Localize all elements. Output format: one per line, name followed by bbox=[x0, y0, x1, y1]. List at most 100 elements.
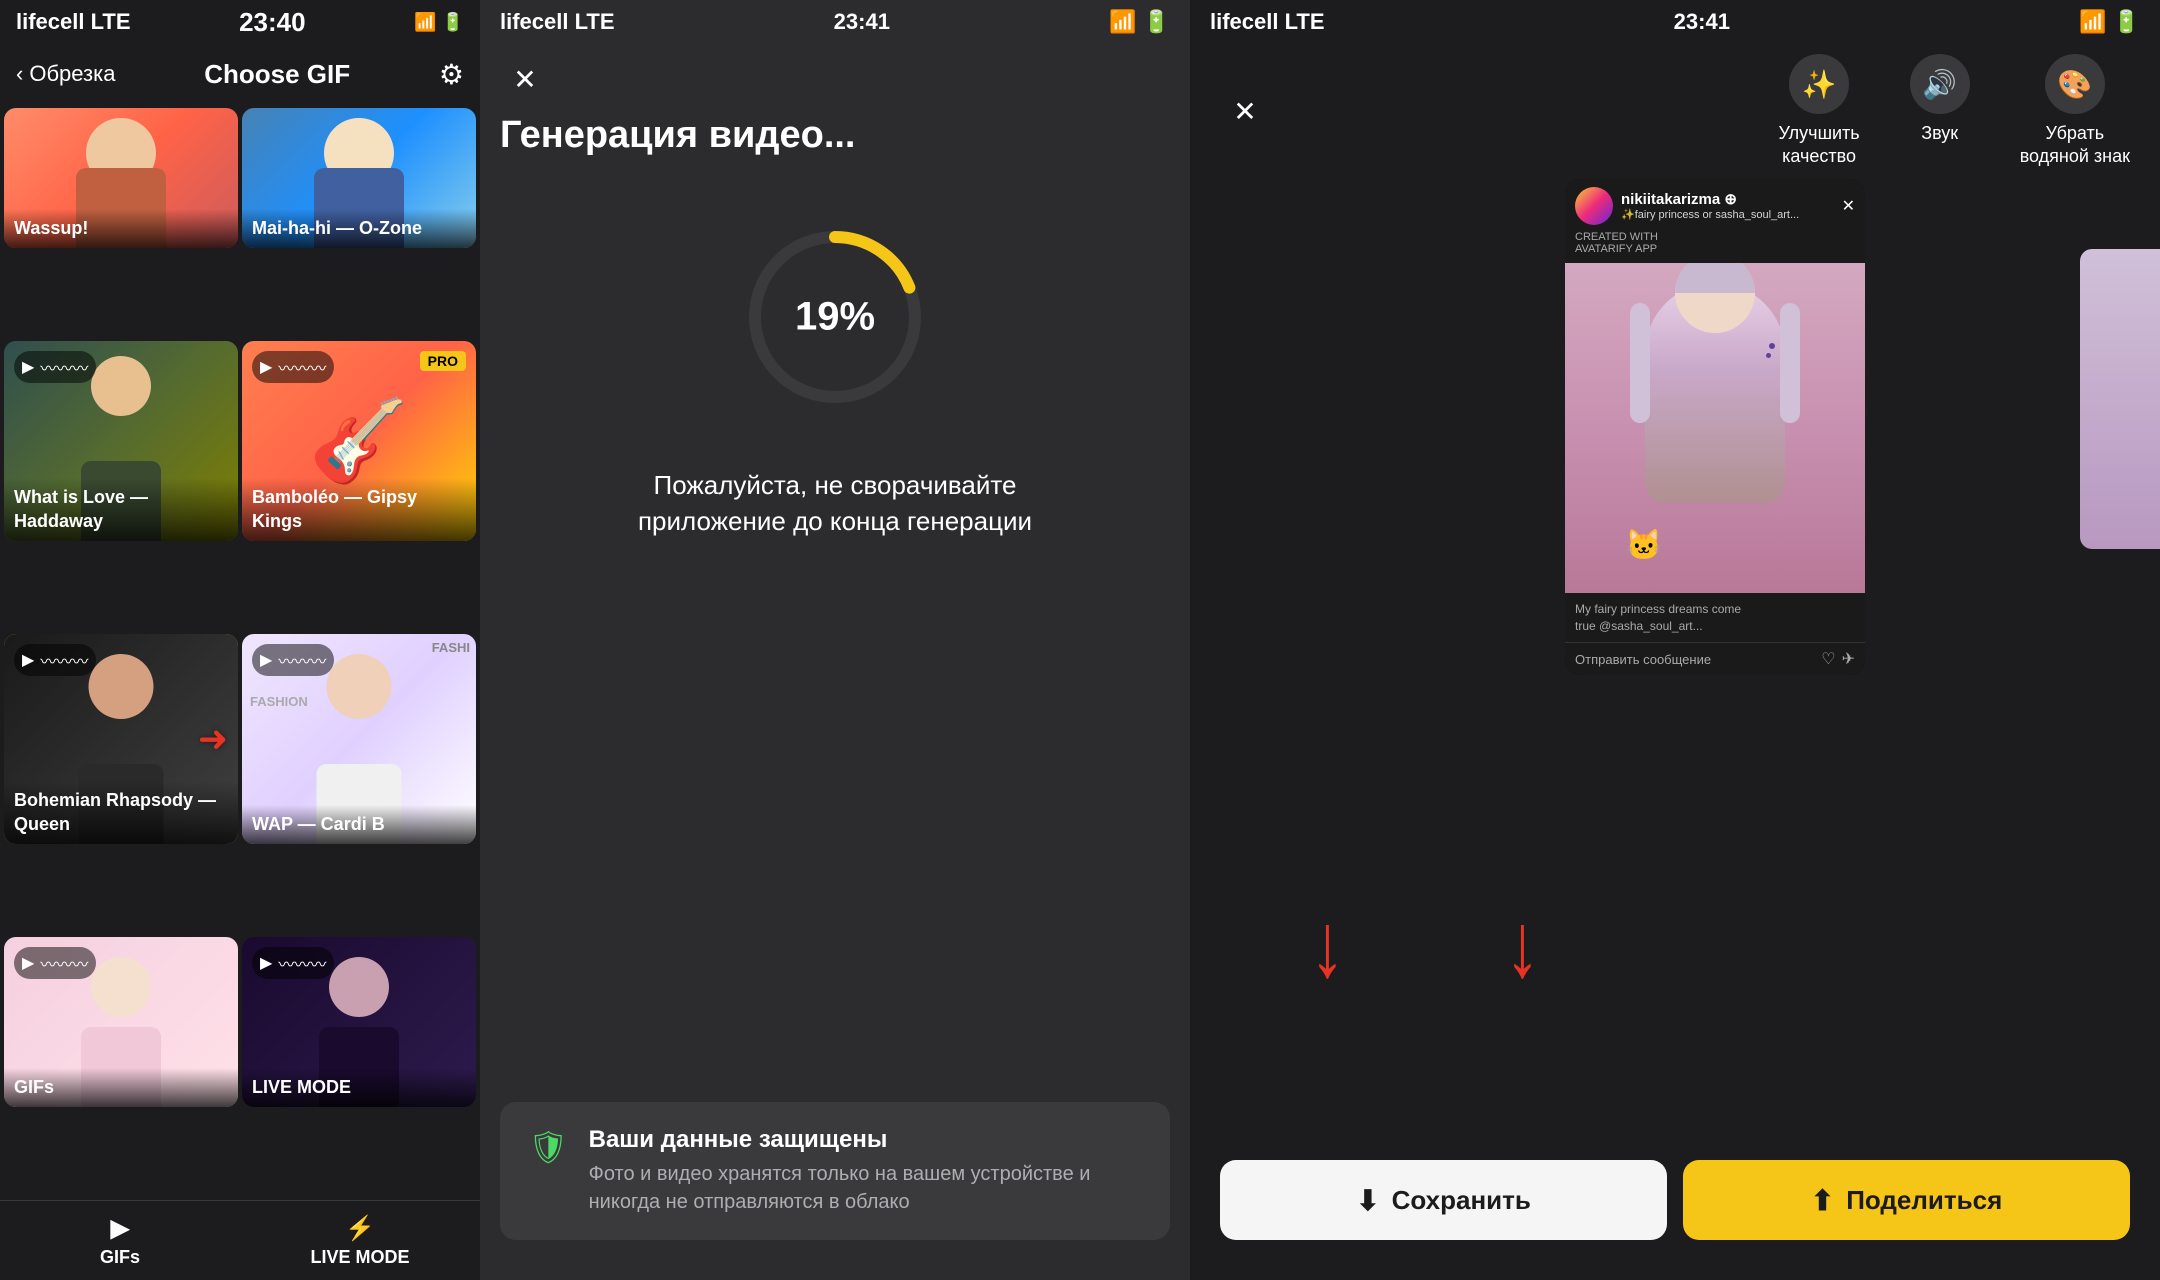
send-message-bar[interactable]: Отправить сообщение ♡ ✈ bbox=[1565, 642, 1865, 675]
generation-title: Генерация видео... bbox=[500, 114, 1170, 157]
tool-enhance[interactable]: ✨ Улучшитькачество bbox=[1778, 54, 1859, 169]
gif-item-queen[interactable]: ▶ 〰〰〰 ➜ Bohemian Rhapsody — Queen bbox=[4, 634, 238, 844]
play-icon-queen: ▶ 〰〰〰 bbox=[14, 644, 96, 676]
gif-label-live: LIVE MODE bbox=[242, 1068, 476, 1107]
gif-item-bamboleo[interactable]: 🎸 ▶ 〰〰〰 PRO Bamboléo — Gipsy Kings bbox=[242, 341, 476, 541]
send-message-text: Отправить сообщение bbox=[1575, 652, 1711, 667]
shield-icon: 🛡 bbox=[528, 1128, 569, 1166]
sound-label: Звук bbox=[1921, 122, 1958, 145]
play-icon-bamboleo: ▶ 〰〰〰 bbox=[252, 351, 334, 383]
bottom-tabs: ▶ GIFs ⚡ LIVE MODE bbox=[0, 1200, 480, 1280]
gif-label-wassup: Wassup! bbox=[4, 209, 238, 248]
generation-panel: lifecell LTE 23:41 📶 🔋 ✕ Генерация видео… bbox=[480, 0, 1190, 1280]
gif-item-wap[interactable]: FASHI FASHION ▶ 〰〰〰 WAP — Cardi B bbox=[242, 634, 476, 844]
arrow-right: ↓ bbox=[1505, 900, 1540, 991]
watermark-label: Убратьводяной знак bbox=[2020, 122, 2130, 169]
save-button[interactable]: ⬇ Сохранить bbox=[1220, 1160, 1667, 1240]
tool-watermark[interactable]: 🎨 Убратьводяной знак bbox=[2020, 54, 2130, 169]
tab-live[interactable]: ⚡ LIVE MODE bbox=[240, 1201, 480, 1280]
status-bar-panel2: lifecell LTE 23:41 📶 🔋 bbox=[500, 0, 1170, 44]
gif-label-maihahi: Mai-ha-hi — O-Zone bbox=[242, 209, 476, 248]
tools-area: ✨ Улучшитькачество 🔊 Звук 🎨 Убратьводяно… bbox=[1270, 54, 2130, 169]
play-icon-whatlove: ▶ 〰〰〰 bbox=[14, 351, 96, 383]
battery-panel1: 📶 🔋 bbox=[414, 12, 464, 33]
tool-sound[interactable]: 🔊 Звук bbox=[1910, 54, 1970, 169]
close-button-panel2[interactable]: ✕ bbox=[500, 54, 550, 104]
gif-item-gifs[interactable]: ▶ 〰〰〰 GIFs bbox=[4, 937, 238, 1107]
time-panel2: 23:41 bbox=[834, 9, 890, 35]
progress-text: 19% bbox=[795, 295, 875, 340]
security-box: 🛡 Ваши данные защищены Фото и видео хран… bbox=[500, 1102, 1170, 1240]
gifs-tab-icon: ▶ bbox=[111, 1214, 129, 1243]
carrier-panel1: lifecell LTE bbox=[16, 9, 131, 35]
save-icon: ⬇ bbox=[1356, 1184, 1379, 1217]
status-bar-panel1: lifecell LTE 23:40 📶 🔋 bbox=[0, 0, 480, 44]
gif-item-live[interactable]: ▶ 〰〰〰 LIVE MODE bbox=[242, 937, 476, 1107]
enhance-label: Улучшитькачество bbox=[1778, 122, 1859, 169]
play-icon-wap: ▶ 〰〰〰 bbox=[252, 644, 334, 676]
username: nikiitakarizma ⊕ bbox=[1621, 190, 1834, 208]
choose-gif-panel: lifecell LTE 23:40 📶 🔋 ‹ Обрезка Choose … bbox=[0, 0, 480, 1280]
nav-bar-panel1: ‹ Обрезка Choose GIF ⚙ bbox=[0, 44, 480, 104]
caption-text: My fairy princess dreams cometrue @sasha… bbox=[1575, 601, 1855, 635]
icons-panel3: 📶 🔋 bbox=[2079, 9, 2140, 35]
back-chevron-icon: ‹ bbox=[16, 61, 23, 87]
pro-badge: PRO bbox=[420, 351, 466, 371]
close-button-panel3[interactable]: ✕ bbox=[1220, 86, 1270, 136]
live-tab-icon: ⚡ bbox=[345, 1214, 375, 1243]
carrier-panel3: lifecell LTE bbox=[1210, 9, 1325, 35]
tab-gifs[interactable]: ▶ GIFs bbox=[0, 1201, 240, 1280]
preview-card-partial bbox=[2080, 249, 2160, 549]
play-icon-live: ▶ 〰〰〰 bbox=[252, 947, 334, 979]
play-icon-gifs: ▶ 〰〰〰 bbox=[14, 947, 96, 979]
live-tab-label: LIVE MODE bbox=[310, 1247, 409, 1268]
arrows-area: ↓ ↓ bbox=[1310, 910, 1540, 980]
avatarify-badge: CREATED WITHAVATARIFY APP bbox=[1575, 229, 1855, 257]
share-button[interactable]: ⬆ Поделиться bbox=[1683, 1160, 2130, 1240]
action-buttons: ⬇ Сохранить ⬆ Поделиться bbox=[1190, 1140, 2160, 1280]
close-icon-panel2: ✕ bbox=[513, 63, 536, 96]
time-panel1: 23:40 bbox=[239, 7, 306, 38]
caption-area: My fairy princess dreams cometrue @sasha… bbox=[1565, 593, 1865, 643]
arrow-indicator: ➜ bbox=[198, 718, 228, 760]
page-title: Choose GIF bbox=[204, 59, 350, 90]
enhance-icon: ✨ bbox=[1789, 54, 1849, 114]
gif-grid: Wassup! Mai-ha-hi — O-Zone ▶ 〰〰〰 What is… bbox=[0, 104, 480, 1200]
security-text: Ваши данные защищены Фото и видео хранят… bbox=[589, 1126, 1142, 1216]
gif-item-maihahi[interactable]: Mai-ha-hi — O-Zone bbox=[242, 108, 476, 248]
save-label: Сохранить bbox=[1392, 1185, 1531, 1216]
gif-label-wap: WAP — Cardi B bbox=[242, 805, 476, 844]
watermark-icon: 🎨 bbox=[2045, 54, 2105, 114]
share-icon: ⬆ bbox=[1811, 1184, 1834, 1217]
gif-item-wassup[interactable]: Wassup! bbox=[4, 108, 238, 248]
user-avatar bbox=[1575, 187, 1613, 225]
gif-label-whatlove: What is Love — Haddaway bbox=[4, 478, 238, 541]
carrier-panel2: lifecell LTE bbox=[500, 9, 615, 35]
icons-panel2: 📶 🔋 bbox=[1109, 9, 1170, 35]
subtitle-line1: Пожалуйста, не сворачивайте bbox=[654, 470, 1017, 500]
send-icons: ♡ ✈ bbox=[1821, 649, 1855, 669]
subtitle-line2: приложение до конца генерации bbox=[638, 506, 1032, 536]
status-bar-panel3: lifecell LTE 23:41 📶 🔋 bbox=[1190, 0, 2160, 44]
back-label: Обрезка bbox=[29, 61, 115, 87]
security-title: Ваши данные защищены bbox=[589, 1126, 1142, 1154]
gear-icon[interactable]: ⚙ bbox=[439, 58, 464, 91]
gif-label-gifs: GIFs bbox=[4, 1068, 238, 1107]
story-close-icon[interactable]: ✕ bbox=[1842, 196, 1855, 216]
sound-icon: 🔊 bbox=[1910, 54, 1970, 114]
result-panel: lifecell LTE 23:41 📶 🔋 ✕ ✨ Улучшитькачес… bbox=[1190, 0, 2160, 1280]
cat-element: 🐱 bbox=[1625, 528, 1662, 563]
security-desc: Фото и видео хранятся только на вашем ус… bbox=[589, 1160, 1142, 1216]
user-info: nikiitakarizma ⊕ ✨fairy princess or sash… bbox=[1621, 190, 1834, 221]
progress-container: 19% bbox=[745, 227, 925, 407]
gifs-tab-label: GIFs bbox=[100, 1247, 140, 1268]
user-subtitle: ✨fairy princess or sasha_soul_art... bbox=[1621, 208, 1834, 221]
progress-circle: 19% bbox=[745, 227, 925, 407]
close-icon-panel3: ✕ bbox=[1233, 95, 1256, 128]
video-preview-card: nikiitakarizma ⊕ ✨fairy princess or sash… bbox=[1565, 179, 1865, 676]
video-content: 🐱 bbox=[1565, 263, 1865, 593]
time-panel3: 23:41 bbox=[1674, 9, 1730, 35]
gif-label-bamboleo: Bamboléo — Gipsy Kings bbox=[242, 478, 476, 541]
back-button[interactable]: ‹ Обрезка bbox=[16, 61, 115, 87]
gif-item-whatlove[interactable]: ▶ 〰〰〰 What is Love — Haddaway bbox=[4, 341, 238, 541]
